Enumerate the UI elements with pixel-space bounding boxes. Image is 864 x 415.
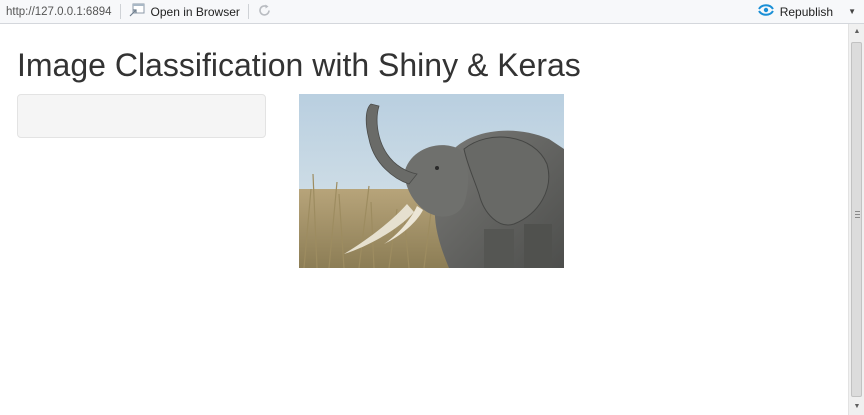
url-label: http://127.0.0.1:6894 (6, 5, 112, 18)
toolbar-divider (247, 4, 249, 19)
vertical-scrollbar[interactable]: ▲ ▼ (848, 24, 864, 415)
toolbar-divider (119, 4, 121, 19)
shiny-app-page: Image Classification with Shiny & Keras (0, 24, 848, 415)
scroll-up-arrow-icon[interactable]: ▲ (849, 24, 864, 40)
republish-button[interactable]: Republish ▼ (757, 3, 856, 20)
scroll-down-arrow-icon[interactable]: ▼ (849, 399, 864, 415)
open-in-browser-button[interactable]: Open in Browser (129, 3, 240, 20)
uploaded-image (299, 94, 564, 268)
grip-icon (855, 211, 860, 218)
page-title: Image Classification with Shiny & Keras (17, 47, 581, 83)
refresh-icon[interactable] (257, 3, 272, 20)
sidebar-panel (17, 94, 266, 138)
scrollbar-thumb[interactable] (851, 42, 862, 397)
republish-icon (757, 3, 775, 20)
republish-label: Republish (779, 4, 834, 19)
viewer-toolbar: http://127.0.0.1:6894 Open in Browser Re… (0, 0, 864, 24)
open-in-browser-icon (129, 3, 145, 20)
chevron-down-icon[interactable]: ▼ (848, 7, 856, 16)
open-in-browser-label: Open in Browser (150, 4, 240, 19)
